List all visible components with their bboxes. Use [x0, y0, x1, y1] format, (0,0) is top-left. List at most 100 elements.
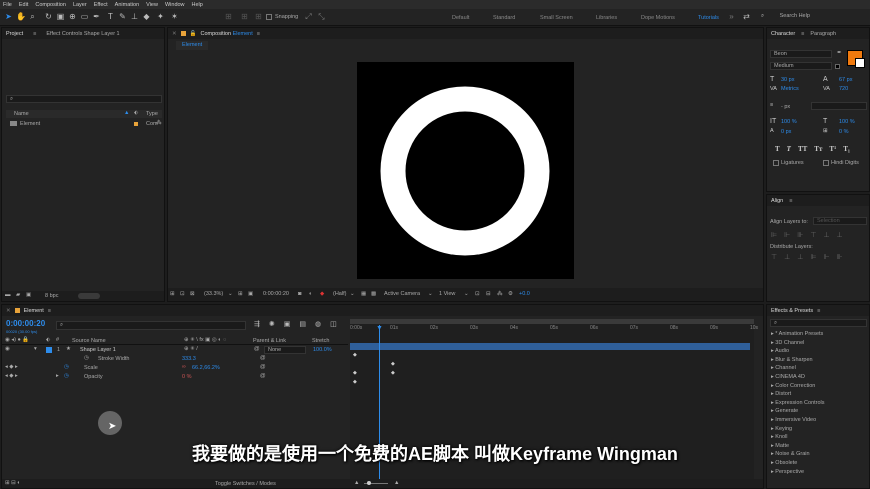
exposure-value[interactable]: +0.0 [519, 291, 530, 297]
view-axis-icon[interactable]: ⊞ [254, 12, 263, 21]
layer-switch-icons[interactable]: ⊕ ✳ / [184, 346, 198, 352]
work-area-bar[interactable] [350, 319, 754, 324]
effect-category-item[interactable]: ▸ Keying [771, 426, 792, 432]
align-top-icon[interactable]: ⊤ [810, 231, 816, 239]
timeline-search-input[interactable]: ⌕ [56, 321, 246, 330]
property-value[interactable]: 0 % [182, 374, 191, 380]
sort-arrow-icon[interactable]: ▲ [124, 110, 129, 116]
stopwatch-icon[interactable]: ◷ [64, 373, 69, 379]
tab-effects-presets[interactable]: Effects & Presets [771, 308, 813, 314]
menu-layer[interactable]: Layer [73, 2, 87, 8]
menu-help[interactable]: Help [192, 2, 203, 8]
always-preview-icon[interactable]: ⊞ [170, 291, 175, 297]
keyframe-nav-icon[interactable]: ◂ ◆ ▸ [5, 373, 18, 379]
effect-category-item[interactable]: ▸ 3D Channel [771, 340, 804, 346]
search-help-box[interactable]: ⌕ Search Help [758, 12, 866, 23]
align-vcenter-icon[interactable]: ⊥ [823, 231, 829, 239]
puppet-tool-icon[interactable]: ✶ [170, 12, 179, 21]
motion-blur-icon[interactable]: ◍ [315, 320, 321, 328]
time-ruler[interactable]: 0:00s 01s 02s 03s 04s 05s 06s 07s 08s 09s 10s [350, 325, 758, 335]
parent-link-column[interactable]: Parent & Link [253, 338, 286, 344]
zoom-slider-handle[interactable] [367, 481, 371, 485]
align-hcenter-icon[interactable]: ⊩ [784, 231, 790, 239]
menu-composition[interactable]: Composition [35, 2, 66, 8]
zoom-out-icon[interactable]: ▲ [354, 480, 359, 486]
mask-visibility-icon[interactable]: ⊡ [180, 291, 185, 297]
stroke-mode-select[interactable] [811, 102, 867, 110]
view-dropdown-icon[interactable]: ⌄ [464, 291, 469, 297]
pan-behind-tool-icon[interactable]: ⊕ [68, 12, 77, 21]
all-caps-button[interactable]: TT [798, 145, 807, 153]
draft-3d-icon[interactable]: ✺ [269, 320, 275, 328]
effect-category-item[interactable]: ▸ Blur & Sharpen [771, 357, 813, 363]
stroke-color-swatch[interactable] [855, 58, 865, 68]
parent-select[interactable]: None [264, 346, 306, 354]
camera-value[interactable]: Active Camera [384, 291, 420, 297]
snapshot-icon[interactable]: ◙ [298, 291, 301, 297]
expand-arrow-icon[interactable]: ▾ [34, 346, 37, 352]
frame-blending-icon[interactable]: ▤ [299, 320, 306, 328]
type-tool-icon[interactable]: T [106, 12, 115, 21]
font-family-select[interactable]: Beon [770, 50, 832, 58]
keyframe-diamond[interactable]: ◆ [353, 379, 357, 385]
comp-mini-flowchart-icon[interactable]: ⇶ [254, 320, 260, 328]
ligatures-checkbox[interactable] [773, 160, 779, 166]
selection-tool-icon[interactable]: ➤ [4, 12, 13, 21]
footer-icons[interactable]: ⊞ ⊟ ◐ [5, 480, 21, 486]
stretch-value[interactable]: 100.0% [313, 347, 332, 353]
tracking-value[interactable]: 720 [839, 86, 848, 92]
workspace-tutorials[interactable]: Tutorials [698, 15, 719, 21]
effect-category-item[interactable]: ▸ Expression Controls [771, 400, 825, 406]
project-item[interactable]: Element Com ⁂ [6, 120, 162, 128]
view-layout-value[interactable]: 1 View [439, 291, 455, 297]
panel-menu-icon[interactable]: ≡ [48, 308, 51, 314]
delete-button[interactable] [78, 293, 100, 299]
playhead-handle-icon[interactable]: ▼ [376, 325, 383, 332]
snap-options-icon[interactable]: ⤡ [317, 12, 326, 21]
align-to-select[interactable]: Selection [813, 217, 867, 225]
toggle-switches-modes[interactable]: Toggle Switches / Modes [215, 481, 276, 487]
transparency-icon[interactable]: ▣ [248, 291, 253, 297]
align-right-icon[interactable]: ⊪ [797, 231, 803, 239]
rectangle-tool-icon[interactable]: ▭ [80, 12, 89, 21]
timeline-timecode[interactable]: 0:00:00:20 [6, 319, 45, 328]
tsume-value[interactable]: 0 % [839, 129, 848, 135]
distribute-vcenter-icon[interactable]: ⊥ [784, 253, 790, 261]
brush-tool-icon[interactable]: ✎ [118, 12, 127, 21]
new-folder-icon[interactable]: ▰ [16, 292, 20, 298]
layer-duration-bar[interactable] [350, 343, 750, 350]
stretch-column[interactable]: Stretch [312, 338, 329, 344]
comp-flowchart-icon[interactable]: ⁂ [497, 291, 503, 297]
local-axis-icon[interactable]: ⊞ [224, 12, 233, 21]
tab-timeline[interactable]: Element [24, 308, 44, 314]
align-bottom-icon[interactable]: ⊥ [837, 231, 843, 239]
zoom-tool-icon[interactable]: ⌕ [28, 12, 37, 21]
effect-category-item[interactable]: ▸ CINEMA 4D [771, 374, 805, 380]
workspace-dope-motions[interactable]: Dope Motions [641, 15, 675, 21]
label-tag-icon[interactable]: ⬖ [134, 110, 138, 116]
rotate-tool-icon[interactable]: ↻ [44, 12, 53, 21]
property-row-scale[interactable]: ◂ ◆ ▸ ◷ Scale ∞ 66.2,66.2% @ [2, 364, 348, 372]
workspace-libraries[interactable]: Libraries [596, 15, 617, 21]
resolution-dropdown-icon[interactable]: ⌄ [350, 291, 355, 297]
panel-menu-icon[interactable]: ≡ [789, 198, 792, 204]
flowchart-icon[interactable]: ⁂ [156, 120, 162, 126]
align-left-icon[interactable]: ⊫ [771, 231, 777, 239]
world-axis-icon[interactable]: ⊞ [240, 12, 249, 21]
panel-menu-icon[interactable]: ≡ [801, 31, 804, 37]
effect-category-item[interactable]: ▸ Perspective [771, 469, 804, 475]
layer-label-swatch[interactable] [46, 347, 52, 353]
stopwatch-icon[interactable]: ◷ [84, 355, 89, 361]
channel-icon[interactable]: ◆ [320, 291, 324, 297]
pen-tool-icon[interactable]: ✒ [92, 12, 101, 21]
col-name[interactable]: Name [14, 111, 29, 117]
effect-category-item[interactable]: ▸ Color Correction [771, 383, 815, 389]
keyframe-diamond[interactable]: ◆ [391, 370, 395, 376]
property-value[interactable]: 66.2,66.2% [192, 365, 220, 371]
distribute-left-icon[interactable]: ⊫ [810, 253, 816, 261]
distribute-right-icon[interactable]: ⊪ [837, 253, 843, 261]
hindi-digits-checkbox[interactable] [823, 160, 829, 166]
layer-name[interactable]: Shape Layer 1 [80, 347, 116, 353]
camera-tool-icon[interactable]: ▣ [56, 12, 65, 21]
fast-previews-icon[interactable]: ▦ [361, 291, 366, 297]
